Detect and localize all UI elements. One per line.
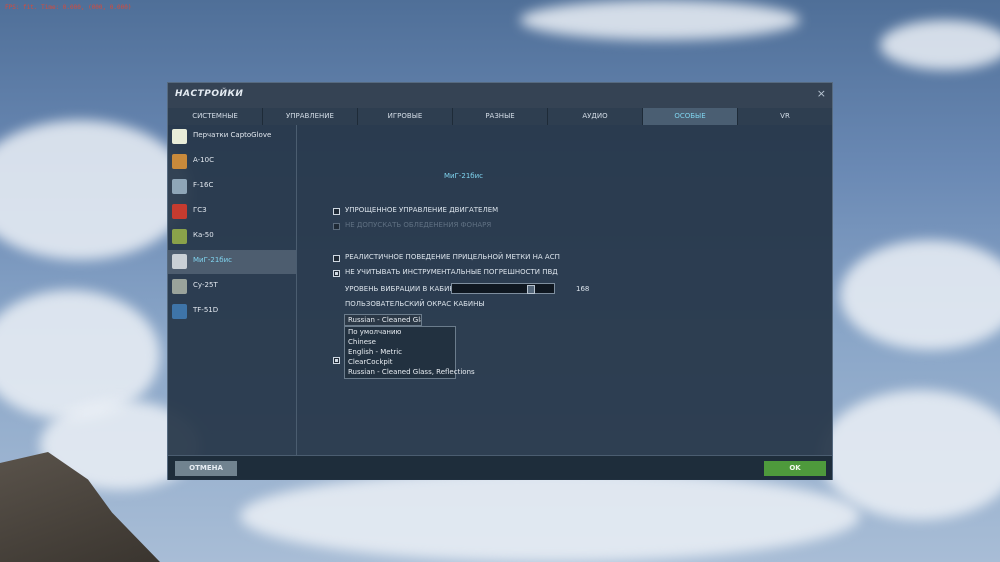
dropdown-item[interactable]: Chinese xyxy=(348,338,376,346)
sidebar-item-label: Су-25Т xyxy=(193,281,218,289)
checkbox-obscured[interactable] xyxy=(333,357,340,364)
option-label-no-canopy-icing: НЕ ДОПУСКАТЬ ОБЛЕДЕНЕНИЯ ФОНАРЯ xyxy=(345,221,492,229)
tab-controls[interactable]: УПРАВЛЕНИЕ xyxy=(263,108,358,125)
sidebar-item-tf51d[interactable]: TF-51D xyxy=(168,300,296,324)
tab-gameplay[interactable]: ИГРОВЫЕ xyxy=(358,108,453,125)
dropdown-item[interactable]: English - Metric xyxy=(348,348,402,356)
cloud xyxy=(0,120,190,260)
cloud xyxy=(820,390,1000,520)
sidebar-item-label: TF-51D xyxy=(193,306,219,314)
cloud xyxy=(840,240,1000,350)
dialog-footer: ОТМЕНА OK xyxy=(168,455,832,480)
vibration-slider-thumb[interactable] xyxy=(527,285,535,294)
a10c-aircraft-icon xyxy=(172,154,187,169)
dropdown-item[interactable]: По умолчанию xyxy=(348,328,401,336)
option-label-ignore-pvd-errors: НЕ УЧИТЫВАТЬ ИНСТРУМЕНТАЛЬНЫЕ ПОГРЕШНОСТ… xyxy=(345,268,558,276)
glove-icon xyxy=(172,129,187,144)
cancel-button[interactable]: ОТМЕНА xyxy=(175,461,237,476)
cockpit-livery-select[interactable]: Russian - Cleaned Glass, Reflections xyxy=(344,314,422,326)
dropdown-item[interactable]: ClearCockpit xyxy=(348,358,393,366)
close-icon[interactable]: × xyxy=(817,88,826,99)
sidebar-item-label: A-10C xyxy=(193,156,214,164)
sidebar-item-a10c[interactable]: A-10C xyxy=(168,150,296,174)
sidebar-item-ka50[interactable]: Ка-50 xyxy=(168,225,296,249)
sidebar-item-label: ГСЗ xyxy=(193,206,207,214)
cockpit-livery-label: ПОЛЬЗОВАТЕЛЬСКИЙ ОКРАС КАБИНЫ xyxy=(345,300,485,308)
cloud xyxy=(880,20,1000,70)
fps-counter: FPS: fit. Time: 0.000, (000, 0.000) xyxy=(5,4,132,11)
dialog-title: НАСТРОЙКИ xyxy=(175,89,244,99)
tab-system[interactable]: СИСТЕМНЫЕ xyxy=(168,108,263,125)
sidebar-item-f16c[interactable]: F-16C xyxy=(168,175,296,199)
ka50-helicopter-icon xyxy=(172,229,187,244)
dropdown-item[interactable]: Russian - Cleaned Glass, Reflections xyxy=(348,368,475,376)
option-label-realistic-pipper: РЕАЛИСТИЧНОЕ ПОВЕДЕНИЕ ПРИЦЕЛЬНОЙ МЕТКИ … xyxy=(345,253,560,261)
sidebar-item-label: Перчатки CaptoGlove xyxy=(193,131,272,139)
sidebar-item-label: МиГ-21бис xyxy=(193,256,233,264)
tab-audio[interactable]: АУДИО xyxy=(548,108,643,125)
dialog-titlebar: НАСТРОЙКИ × xyxy=(168,83,832,108)
f16c-aircraft-icon xyxy=(172,179,187,194)
cockpit-livery-dropdown: По умолчанию Chinese English - Metric Cl… xyxy=(344,326,475,379)
tab-vr[interactable]: VR xyxy=(738,108,832,125)
vibration-value: 168 xyxy=(576,285,590,293)
module-title: МиГ-21бис xyxy=(444,172,484,180)
tab-special[interactable]: ОСОБЫЕ xyxy=(643,108,738,125)
cloud xyxy=(520,0,800,40)
sidebar-item-label: Ка-50 xyxy=(193,231,214,239)
checkbox-no-canopy-icing xyxy=(333,223,340,230)
checkbox-realistic-pipper[interactable] xyxy=(333,255,340,262)
su25t-aircraft-icon xyxy=(172,279,187,294)
sidebar-item-label: F-16C xyxy=(193,181,214,189)
mig21-aircraft-icon xyxy=(172,254,187,269)
module-sidebar: Перчатки CaptoGlove A-10C F-16C ГСЗ Ка-5… xyxy=(168,125,297,455)
cloud xyxy=(240,470,860,562)
cockpit-livery-selected: Russian - Cleaned Glass, Reflections xyxy=(348,316,421,324)
tf51d-aircraft-icon xyxy=(172,304,187,319)
vibration-slider[interactable] xyxy=(451,283,555,294)
ok-button[interactable]: OK xyxy=(764,461,826,476)
sidebar-item-su25t[interactable]: Су-25Т xyxy=(168,275,296,299)
checkbox-ignore-pvd-errors[interactable] xyxy=(333,270,340,277)
gsz-star-icon xyxy=(172,204,187,219)
sidebar-item-gsz[interactable]: ГСЗ xyxy=(168,200,296,224)
vibration-label: УРОВЕНЬ ВИБРАЦИИ В КАБИНЕ xyxy=(345,285,460,293)
tab-bar: СИСТЕМНЫЕ УПРАВЛЕНИЕ ИГРОВЫЕ РАЗНЫЕ АУДИ… xyxy=(168,108,832,125)
sidebar-item-mig21bis[interactable]: МиГ-21бис xyxy=(168,250,296,274)
settings-dialog: НАСТРОЙКИ × СИСТЕМНЫЕ УПРАВЛЕНИЕ ИГРОВЫЕ… xyxy=(167,82,833,480)
tab-misc[interactable]: РАЗНЫЕ xyxy=(453,108,548,125)
checkbox-simplified-engine[interactable] xyxy=(333,208,340,215)
sidebar-item-captoglove[interactable]: Перчатки CaptoGlove xyxy=(168,125,296,149)
option-label-simplified-engine: УПРОЩЕННОЕ УПРАВЛЕНИЕ ДВИГАТЕЛЕМ xyxy=(345,206,499,214)
